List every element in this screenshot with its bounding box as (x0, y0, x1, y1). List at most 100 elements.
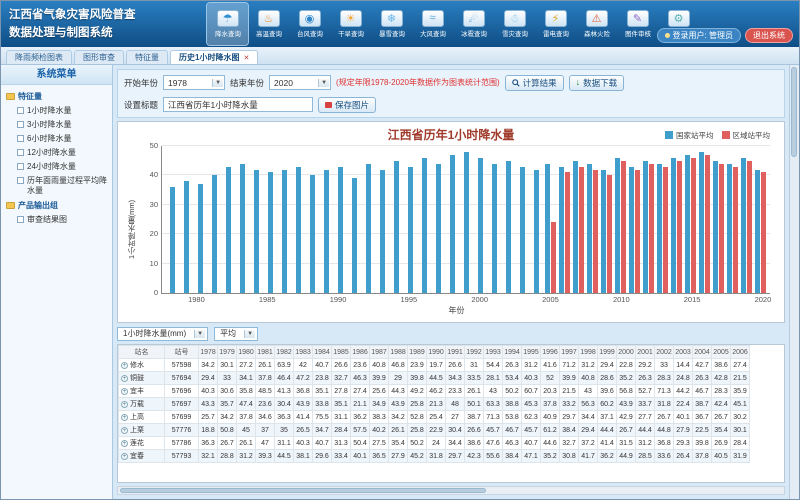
bar-national[interactable] (408, 167, 413, 293)
checkbox-icon[interactable] (17, 216, 24, 223)
bar-national[interactable] (741, 158, 746, 293)
col-year[interactable]: 2000 (617, 346, 636, 359)
col-year[interactable]: 1992 (465, 346, 484, 359)
bar-national[interactable] (226, 167, 231, 293)
bar-national[interactable] (198, 184, 203, 293)
bar-national[interactable] (629, 167, 634, 293)
checkbox-icon[interactable] (17, 177, 24, 184)
bar-national[interactable] (713, 161, 718, 293)
expand-icon[interactable]: + (121, 427, 128, 434)
col-year[interactable]: 2006 (731, 346, 750, 359)
bar-national[interactable] (727, 164, 732, 293)
bar-national[interactable] (212, 175, 217, 293)
download-data-button[interactable]: ↓数据下载 (569, 75, 625, 91)
bar-national[interactable] (506, 161, 511, 293)
bar-regional[interactable] (705, 155, 710, 293)
vertical-scrollbar[interactable] (789, 65, 799, 499)
bar-national[interactable] (492, 164, 497, 293)
bar-national[interactable] (422, 158, 427, 293)
end-year-select[interactable]: 2020▼ (269, 75, 331, 90)
table-row[interactable]: +铜鼓5769429.43334.137.846.447.223.832.746… (119, 372, 750, 385)
expand-icon[interactable]: + (121, 440, 128, 447)
expand-icon[interactable]: + (121, 375, 128, 382)
bar-national[interactable] (170, 187, 175, 293)
bar-national[interactable] (240, 164, 245, 293)
tree-item[interactable]: 3小时降水量 (4, 118, 109, 132)
col-year[interactable]: 1999 (598, 346, 617, 359)
col-year[interactable]: 2003 (674, 346, 693, 359)
tab-active[interactable]: 历史1小时降水图✕ (170, 50, 258, 64)
bar-national[interactable] (755, 170, 760, 293)
toolbar-high-temp[interactable]: ♨高温查询 (248, 3, 289, 45)
toolbar-snowman[interactable]: ☃雪灾查询 (494, 3, 535, 45)
close-icon[interactable]: ✕ (243, 54, 249, 62)
col-year[interactable]: 1989 (408, 346, 427, 359)
expand-icon[interactable]: + (121, 388, 128, 395)
bar-national[interactable] (436, 164, 441, 293)
bar-regional[interactable] (761, 172, 766, 293)
bar-national[interactable] (450, 155, 455, 293)
table-row[interactable]: +上栗5777618.850.845373526.534.728.457.540… (119, 424, 750, 437)
bar-national[interactable] (657, 164, 662, 293)
expand-icon[interactable]: + (121, 362, 128, 369)
bar-national[interactable] (699, 152, 704, 293)
bar-regional[interactable] (719, 164, 724, 293)
toolbar-hail[interactable]: ☄冰雹查询 (453, 3, 494, 45)
tree-item[interactable]: 6小时降水量 (4, 132, 109, 146)
bar-regional[interactable] (551, 222, 556, 293)
bar-regional[interactable] (663, 167, 668, 293)
col-year[interactable]: 1983 (294, 346, 313, 359)
bar-national[interactable] (671, 158, 676, 293)
col-year[interactable]: 1984 (313, 346, 332, 359)
col-year[interactable]: 1988 (389, 346, 408, 359)
logout-button[interactable]: 退出系统 (745, 28, 793, 43)
bar-national[interactable] (587, 164, 592, 293)
table-row[interactable]: +上高5769925.734.237.834.636.341.475.531.1… (119, 411, 750, 424)
bar-regional[interactable] (593, 170, 598, 293)
col-year[interactable]: 1998 (579, 346, 598, 359)
bar-national[interactable] (615, 158, 620, 293)
bar-national[interactable] (643, 161, 648, 293)
col-year[interactable]: 1980 (237, 346, 256, 359)
checkbox-icon[interactable] (17, 107, 24, 114)
bar-national[interactable] (520, 167, 525, 293)
bar-national[interactable] (601, 170, 606, 293)
save-image-button[interactable]: 保存图片 (318, 97, 376, 113)
horizontal-scrollbar[interactable] (117, 486, 785, 495)
col-year[interactable]: 1982 (275, 346, 294, 359)
bar-national[interactable] (366, 164, 371, 293)
bar-national[interactable] (394, 161, 399, 293)
col-year[interactable]: 1995 (522, 346, 541, 359)
toolbar-review[interactable]: ✎图件审核 (617, 3, 658, 45)
toolbar-warning[interactable]: ⚠森林火险 (576, 3, 617, 45)
vertical-scrollbar-thumb[interactable] (791, 67, 797, 157)
bar-national[interactable] (478, 158, 483, 293)
tab-item[interactable]: 图形审查 (74, 50, 124, 64)
bar-regional[interactable] (565, 172, 570, 293)
col-station-id[interactable]: 站号 (165, 346, 199, 359)
tree-item[interactable]: 12小时降水量 (4, 146, 109, 160)
table-row[interactable]: +宜春5779332.128.831.239.344.538.129.633.4… (119, 450, 750, 463)
toolbar-typhoon[interactable]: ◉台风查询 (289, 3, 330, 45)
bar-national[interactable] (545, 164, 550, 293)
horizontal-scrollbar-thumb[interactable] (120, 488, 486, 493)
col-year[interactable]: 1981 (256, 346, 275, 359)
legend-regional[interactable]: 区域站平均 (722, 130, 771, 141)
checkbox-icon[interactable] (17, 149, 24, 156)
calculate-button[interactable]: 计算结果 (505, 75, 564, 91)
col-station-name[interactable]: 站名 (119, 346, 165, 359)
col-year[interactable]: 1987 (370, 346, 389, 359)
tree-item[interactable]: 审查结果图 (4, 213, 109, 227)
col-year[interactable]: 1979 (218, 346, 237, 359)
bar-national[interactable] (338, 167, 343, 293)
bar-national[interactable] (534, 170, 539, 293)
col-year[interactable]: 1978 (199, 346, 218, 359)
bar-national[interactable] (296, 167, 301, 293)
tree-item[interactable]: 历年面雨量过程平均降水量 (4, 174, 109, 198)
checkbox-icon[interactable] (17, 135, 24, 142)
bar-regional[interactable] (621, 161, 626, 293)
tab-item[interactable]: 特征量 (126, 50, 168, 64)
bar-national[interactable] (310, 175, 315, 293)
legend-national[interactable]: 国家站平均 (665, 130, 714, 141)
toolbar-sun[interactable]: ☀干旱查询 (330, 3, 371, 45)
